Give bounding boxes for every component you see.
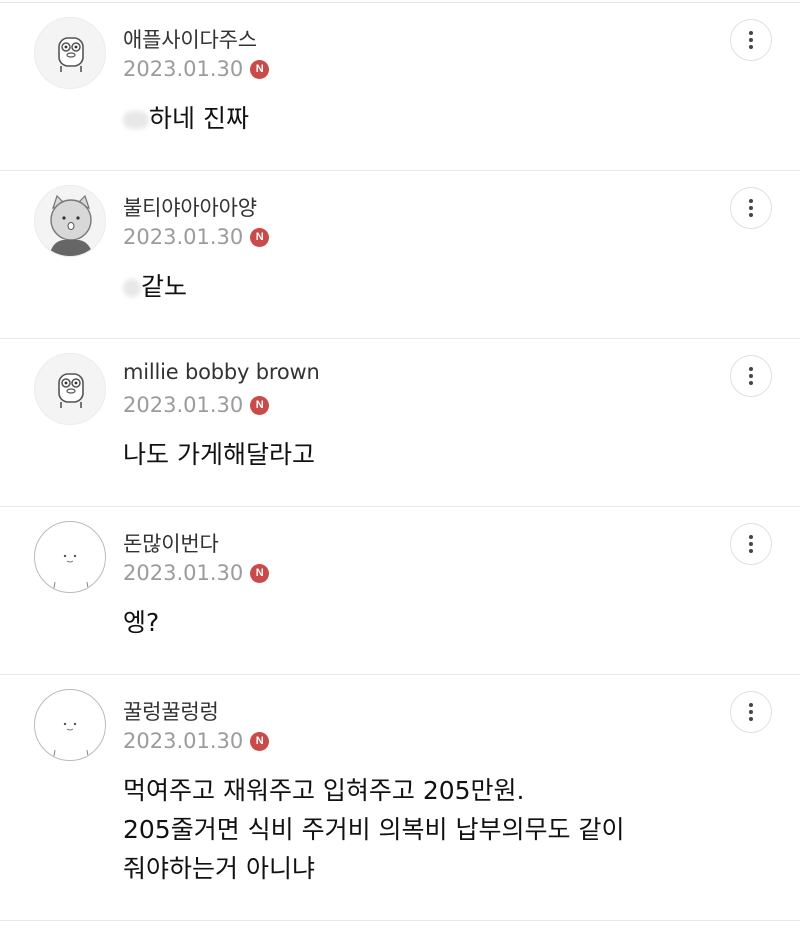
more-vertical-icon[interactable] <box>730 355 772 397</box>
comment-text: 먹여주고 재워주고 입혀주고 205만원. 205줄거면 식비 주거비 의복비 … <box>123 771 624 888</box>
comment-nickname[interactable]: 돈많이번다 <box>123 528 219 558</box>
comment-date: 2023.01.30 <box>123 393 244 417</box>
comment-date: 2023.01.30 <box>123 225 244 249</box>
comment-line: 줘야하는거 아니냐 <box>123 854 315 883</box>
comment-meta: 2023.01.30 N <box>123 57 270 81</box>
blob-avatar[interactable] <box>34 689 106 761</box>
more-vertical-icon[interactable] <box>730 19 772 61</box>
comment-item: 불티야아아아양 2023.01.30 N 같노 <box>0 171 800 339</box>
blurred-text <box>123 111 149 129</box>
mascot-avatar[interactable] <box>34 17 106 89</box>
blob-avatar[interactable] <box>34 521 106 593</box>
comment-line: 먹여주고 재워주고 입혀주고 205만원. <box>123 776 525 805</box>
comment-item: 꿀렁꿀렁렁 2023.01.30 N 먹여주고 재워주고 입혀주고 205만원.… <box>0 675 800 921</box>
comment-nickname[interactable]: 꿀렁꿀렁렁 <box>123 696 219 726</box>
blurred-text <box>123 279 141 297</box>
comment-date: 2023.01.30 <box>123 561 244 585</box>
new-badge-icon: N <box>250 59 270 79</box>
comment-nickname[interactable]: 애플사이다주스 <box>123 24 257 54</box>
comment-text: 엥? <box>123 608 160 637</box>
more-vertical-icon[interactable] <box>730 523 772 565</box>
comment-text: 지랄하네 진짜 <box>123 99 249 138</box>
comment-text: 나도 가게해달라고 <box>123 440 315 469</box>
comment-date: 2023.01.30 <box>123 729 244 753</box>
new-badge-icon: N <box>250 731 270 751</box>
comment-meta: 2023.01.30 N <box>123 225 270 249</box>
comment-meta: 2023.01.30 N <box>123 393 270 417</box>
comment-item: 돈많이번다 2023.01.30 N 엥? <box>0 507 800 675</box>
comment-line: 205줄거면 식비 주거비 의복비 납부의무도 같이 <box>123 815 625 844</box>
more-vertical-icon[interactable] <box>730 691 772 733</box>
new-badge-icon: N <box>250 563 270 583</box>
new-badge-icon: N <box>250 227 270 247</box>
comment-item: 애플사이다주스 2023.01.30 N 지랄하네 진짜 <box>0 3 800 171</box>
more-vertical-icon[interactable] <box>730 187 772 229</box>
comment-meta: 2023.01.30 N <box>123 561 270 585</box>
new-badge-icon: N <box>250 395 270 415</box>
comment-date: 2023.01.30 <box>123 57 244 81</box>
comment-nickname[interactable]: millie bobby brown <box>123 360 320 384</box>
comment-nickname[interactable]: 불티야아아아양 <box>123 192 257 222</box>
comment-text: 같노 <box>123 267 187 306</box>
comment-item: millie bobby brown 2023.01.30 N 나도 가게해달라… <box>0 339 800 507</box>
mascot-avatar[interactable] <box>34 353 106 425</box>
comment-meta: 2023.01.30 N <box>123 729 270 753</box>
cat-avatar[interactable] <box>34 185 106 257</box>
